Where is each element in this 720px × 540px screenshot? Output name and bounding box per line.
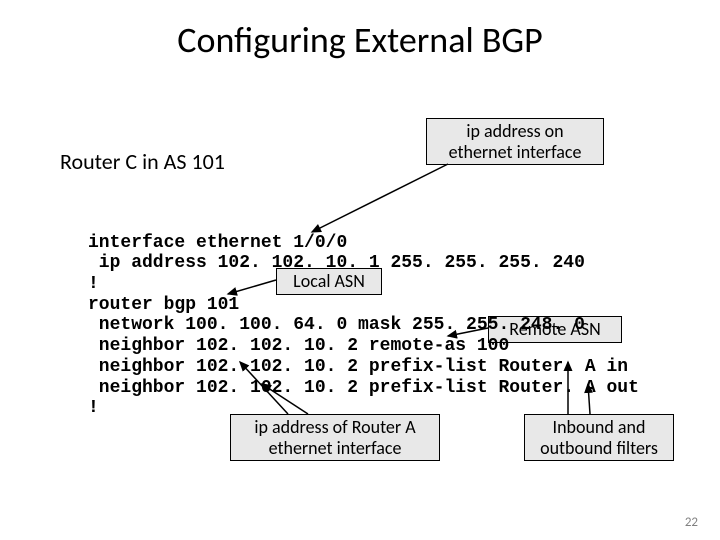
config-line-4: router bgp 101 xyxy=(88,295,239,315)
config-block: interface ethernet 1/0/0 ip address 102.… xyxy=(88,212,639,419)
config-line-3: ! xyxy=(88,274,99,294)
page-number: 22 xyxy=(685,515,698,530)
config-line-6: neighbor 102. 102. 10. 2 remote-as 100 xyxy=(88,336,509,356)
config-line-7: neighbor 102. 102. 10. 2 prefix-list Rou… xyxy=(88,357,628,377)
callout-ip-address-ethernet: ip address onethernet interface xyxy=(426,118,604,165)
config-line-5: network 100. 100. 64. 0 mask 255. 255. 2… xyxy=(88,315,585,335)
callout-router-a-ip: ip address of Router A ethernet interfac… xyxy=(230,414,440,461)
config-line-9: ! xyxy=(88,398,99,418)
config-line-8: neighbor 102. 102. 10. 2 prefix-list Rou… xyxy=(88,378,639,398)
callout-inbound-outbound-filters: Inbound and outbound filters xyxy=(524,414,674,461)
slide-title: Configuring External BGP xyxy=(0,18,720,62)
config-line-1: interface ethernet 1/0/0 xyxy=(88,233,347,253)
config-line-2: ip address 102. 102. 10. 1 255. 255. 255… xyxy=(88,253,585,273)
router-label: Router C in AS 101 xyxy=(60,148,225,175)
